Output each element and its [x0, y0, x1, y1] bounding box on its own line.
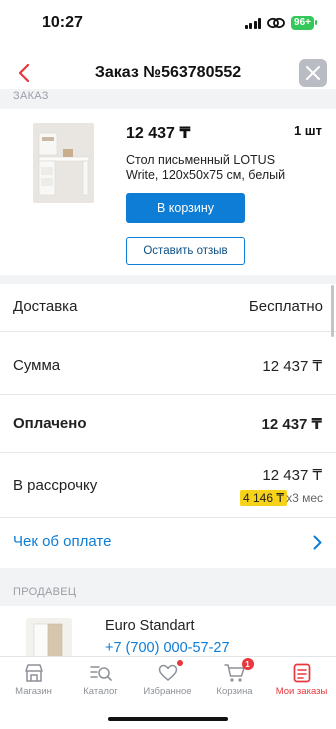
delivery-value: Бесплатно — [248, 298, 323, 315]
product-quantity: 1 шт — [293, 123, 322, 138]
scrollbar[interactable] — [331, 285, 334, 337]
nav-item-catalog[interactable]: Каталог — [67, 657, 134, 707]
seller-name[interactable]: Euro Standart — [105, 618, 194, 634]
product-price: 12 437 ₸ — [126, 125, 191, 142]
delivery-row: Доставка Бесплатно — [0, 284, 336, 332]
nav-item-shop[interactable]: Магазин — [0, 657, 67, 707]
payment-receipt-link[interactable]: Чек об оплате — [13, 533, 111, 550]
installment-label: В рассрочку — [13, 477, 98, 494]
battery-icon: 96+ — [291, 16, 317, 30]
installment-total: 12 437 ₸ — [262, 467, 322, 484]
installment-monthly-badge: 4 146 ₸ — [240, 490, 287, 506]
paid-label: Оплачено — [13, 415, 87, 432]
chevron-right-icon[interactable] — [313, 535, 322, 550]
link-icon — [267, 17, 285, 29]
nav-label-my-orders: Мои заказы — [275, 686, 328, 697]
installment-row: В рассрочку 12 437 ₸ 4 146 ₸ х3 мес — [0, 453, 336, 518]
installment-period: х3 мес — [286, 491, 323, 505]
seller-logo — [26, 618, 72, 656]
order-section-header: ЗАКАЗ — [0, 89, 336, 109]
catalog-search-icon — [89, 663, 112, 683]
nav-label-favorites: Избранное — [143, 686, 192, 697]
paid-row: Оплачено 12 437 ₸ — [0, 395, 336, 453]
wardrobe-illustration — [26, 618, 72, 656]
receipt-row[interactable]: Чек об оплате — [0, 518, 336, 568]
cart-count-badge: 1 — [241, 658, 254, 670]
delivery-label: Доставка — [13, 298, 78, 315]
leave-review-button[interactable]: Оставить отзыв — [126, 237, 245, 265]
seller-card: Euro Standart +7 (700) 000-57-27 — [0, 606, 336, 656]
paid-value: 12 437 ₸ — [261, 416, 322, 433]
nav-label-catalog: Каталог — [83, 686, 118, 697]
divider — [0, 275, 336, 284]
status-bar: 10:27 96+ — [0, 0, 336, 48]
status-icons: 96+ — [244, 16, 317, 30]
close-icon — [306, 66, 320, 80]
cellular-signal-icon — [244, 17, 262, 29]
orders-icon — [291, 663, 313, 683]
sum-row: Сумма 12 437 ₸ — [0, 337, 336, 395]
heart-icon — [157, 660, 183, 683]
section-label: ЗАКАЗ — [13, 90, 49, 102]
product-image[interactable] — [33, 123, 94, 203]
home-indicator[interactable] — [108, 717, 228, 721]
favorites-indicator-dot — [176, 660, 183, 666]
shop-icon — [23, 663, 45, 683]
seller-section-header: ПРОДАВЕЦ — [0, 568, 336, 606]
cart-icon: 1 — [223, 658, 254, 683]
nav-label-shop: Магазин — [15, 686, 52, 697]
nav-item-favorites[interactable]: Избранное — [134, 657, 201, 707]
page-title: Заказ №563780552 — [94, 64, 242, 81]
product-card: 12 437 ₸ 1 шт Стол письменный LOTUS Writ… — [0, 109, 336, 275]
status-time: 10:27 — [42, 14, 83, 31]
seller-section-label: ПРОДАВЕЦ — [13, 586, 77, 598]
sum-value: 12 437 ₸ — [262, 358, 322, 375]
nav-item-my-orders[interactable]: Мои заказы — [268, 657, 335, 707]
sum-label: Сумма — [13, 357, 61, 374]
desk-illustration — [33, 123, 94, 203]
seller-phone-link[interactable]: +7 (700) 000-57-27 — [105, 640, 230, 656]
product-name[interactable]: Стол письменный LOTUS Write, 120x50x75 с… — [126, 153, 306, 183]
nav-label-cart: Корзина — [216, 686, 253, 697]
close-button[interactable] — [299, 59, 327, 87]
add-to-cart-button[interactable]: В корзину — [126, 193, 245, 223]
nav-item-cart[interactable]: 1 Корзина — [201, 657, 268, 707]
